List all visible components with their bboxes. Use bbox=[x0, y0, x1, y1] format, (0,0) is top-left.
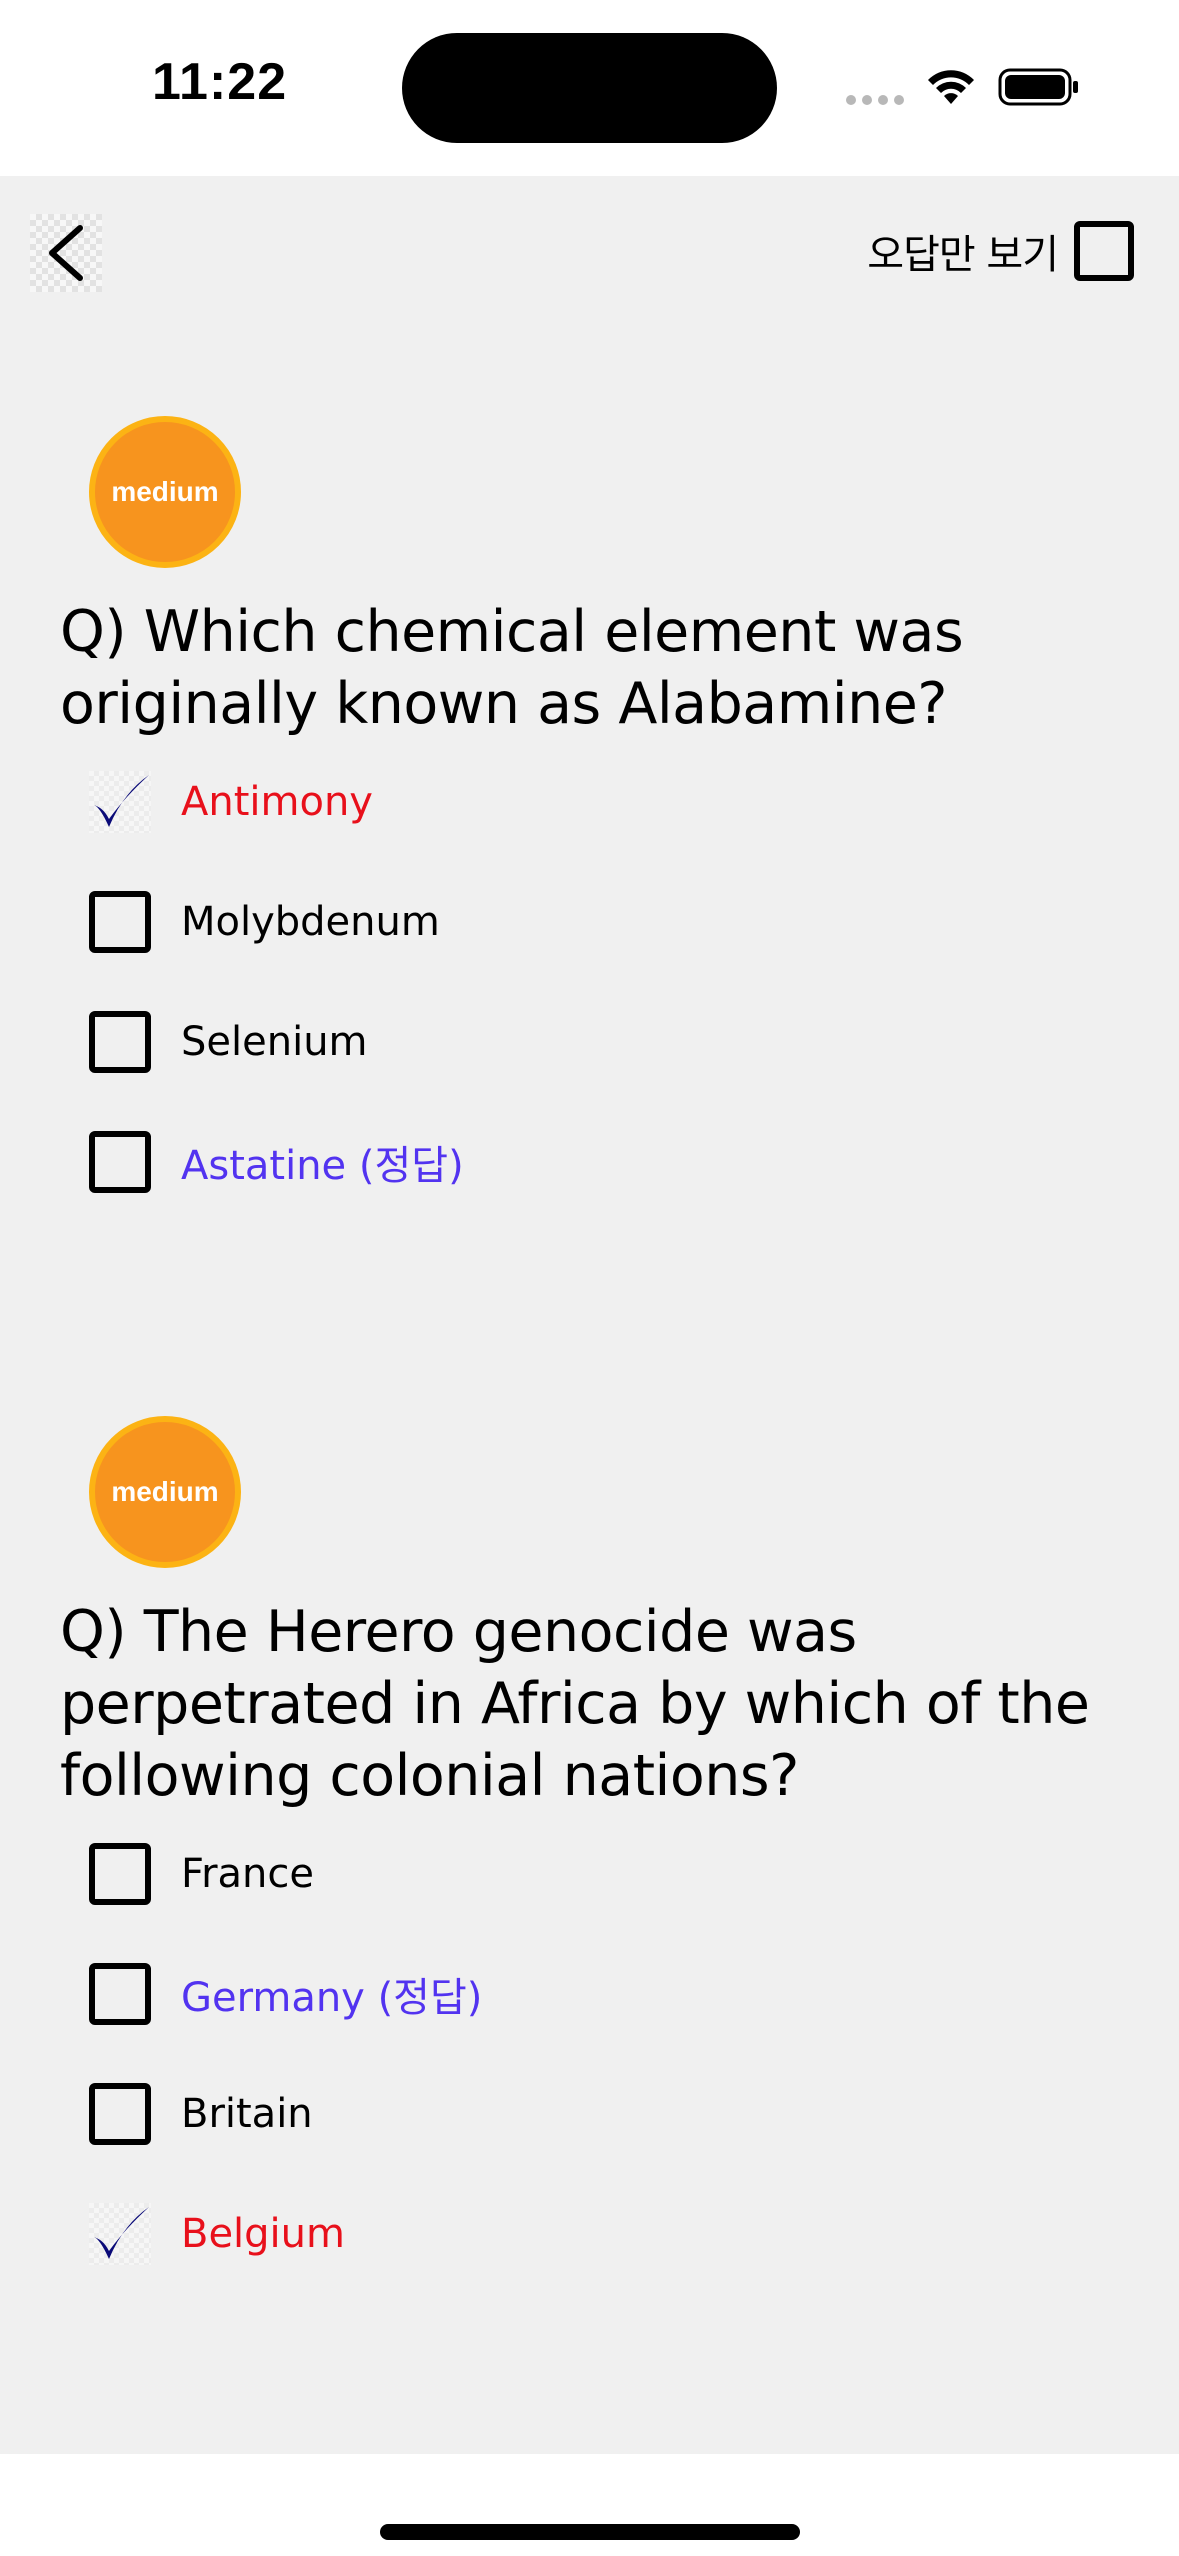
answer-checkbox[interactable] bbox=[89, 2083, 151, 2145]
wrong-only-checkbox[interactable] bbox=[1074, 221, 1134, 281]
question-text: Q) The Herero genocide was perpetrated i… bbox=[60, 1599, 1090, 1809]
answer-label: Britain bbox=[181, 2091, 313, 2137]
difficulty-badge: medium bbox=[89, 416, 241, 568]
answer-checkbox[interactable] bbox=[89, 1843, 151, 1905]
answer-checkbox[interactable] bbox=[89, 891, 151, 953]
answer-label: Selenium bbox=[181, 1019, 368, 1065]
status-time: 11:22 bbox=[152, 53, 288, 111]
answer-option[interactable]: Belgium bbox=[89, 2202, 345, 2266]
answer-label: Germany (정답) bbox=[181, 1975, 483, 2021]
answer-option[interactable]: Molybdenum bbox=[89, 890, 440, 954]
wrong-only-filter[interactable]: 오답만 보기 bbox=[867, 221, 1134, 281]
home-indicator[interactable] bbox=[380, 2524, 800, 2540]
home-bar-area bbox=[0, 2454, 1179, 2556]
answer-checkbox[interactable] bbox=[89, 1963, 151, 2025]
wrong-only-filter-label: 오답만 보기 bbox=[867, 232, 1059, 278]
back-button[interactable] bbox=[30, 214, 102, 292]
answer-checkbox[interactable] bbox=[89, 1131, 151, 1193]
answer-option[interactable]: Astatine (정답) bbox=[89, 1130, 464, 1194]
answer-label: Astatine (정답) bbox=[181, 1143, 464, 1189]
answer-option[interactable]: Antimony bbox=[89, 770, 373, 834]
status-bar: 11:22 bbox=[0, 0, 1179, 176]
answer-label: Belgium bbox=[181, 2211, 345, 2257]
checkmark-icon[interactable] bbox=[89, 771, 151, 833]
dynamic-island bbox=[402, 33, 777, 143]
quiz-review-screen: 오답만 보기 medium Q) Which chemical element … bbox=[0, 176, 1179, 2454]
answer-label: Antimony bbox=[181, 779, 373, 825]
answer-checkbox[interactable] bbox=[89, 1011, 151, 1073]
battery-icon bbox=[998, 68, 1078, 106]
question-text: Q) Which chemical element was originally… bbox=[60, 599, 964, 737]
checkmark-icon[interactable] bbox=[89, 2203, 151, 2265]
answer-option[interactable]: Britain bbox=[89, 2082, 313, 2146]
answer-option[interactable]: France bbox=[89, 1842, 314, 1906]
answer-option[interactable]: Selenium bbox=[89, 1010, 368, 1074]
wifi-icon bbox=[928, 70, 974, 104]
answer-option[interactable]: Germany (정답) bbox=[89, 1962, 482, 2026]
answer-label: France bbox=[181, 1851, 315, 1897]
answer-label: Molybdenum bbox=[181, 899, 440, 945]
chevron-left-icon bbox=[49, 225, 83, 281]
difficulty-badge: medium bbox=[89, 1416, 241, 1568]
cellular-signal-icon bbox=[846, 95, 904, 107]
